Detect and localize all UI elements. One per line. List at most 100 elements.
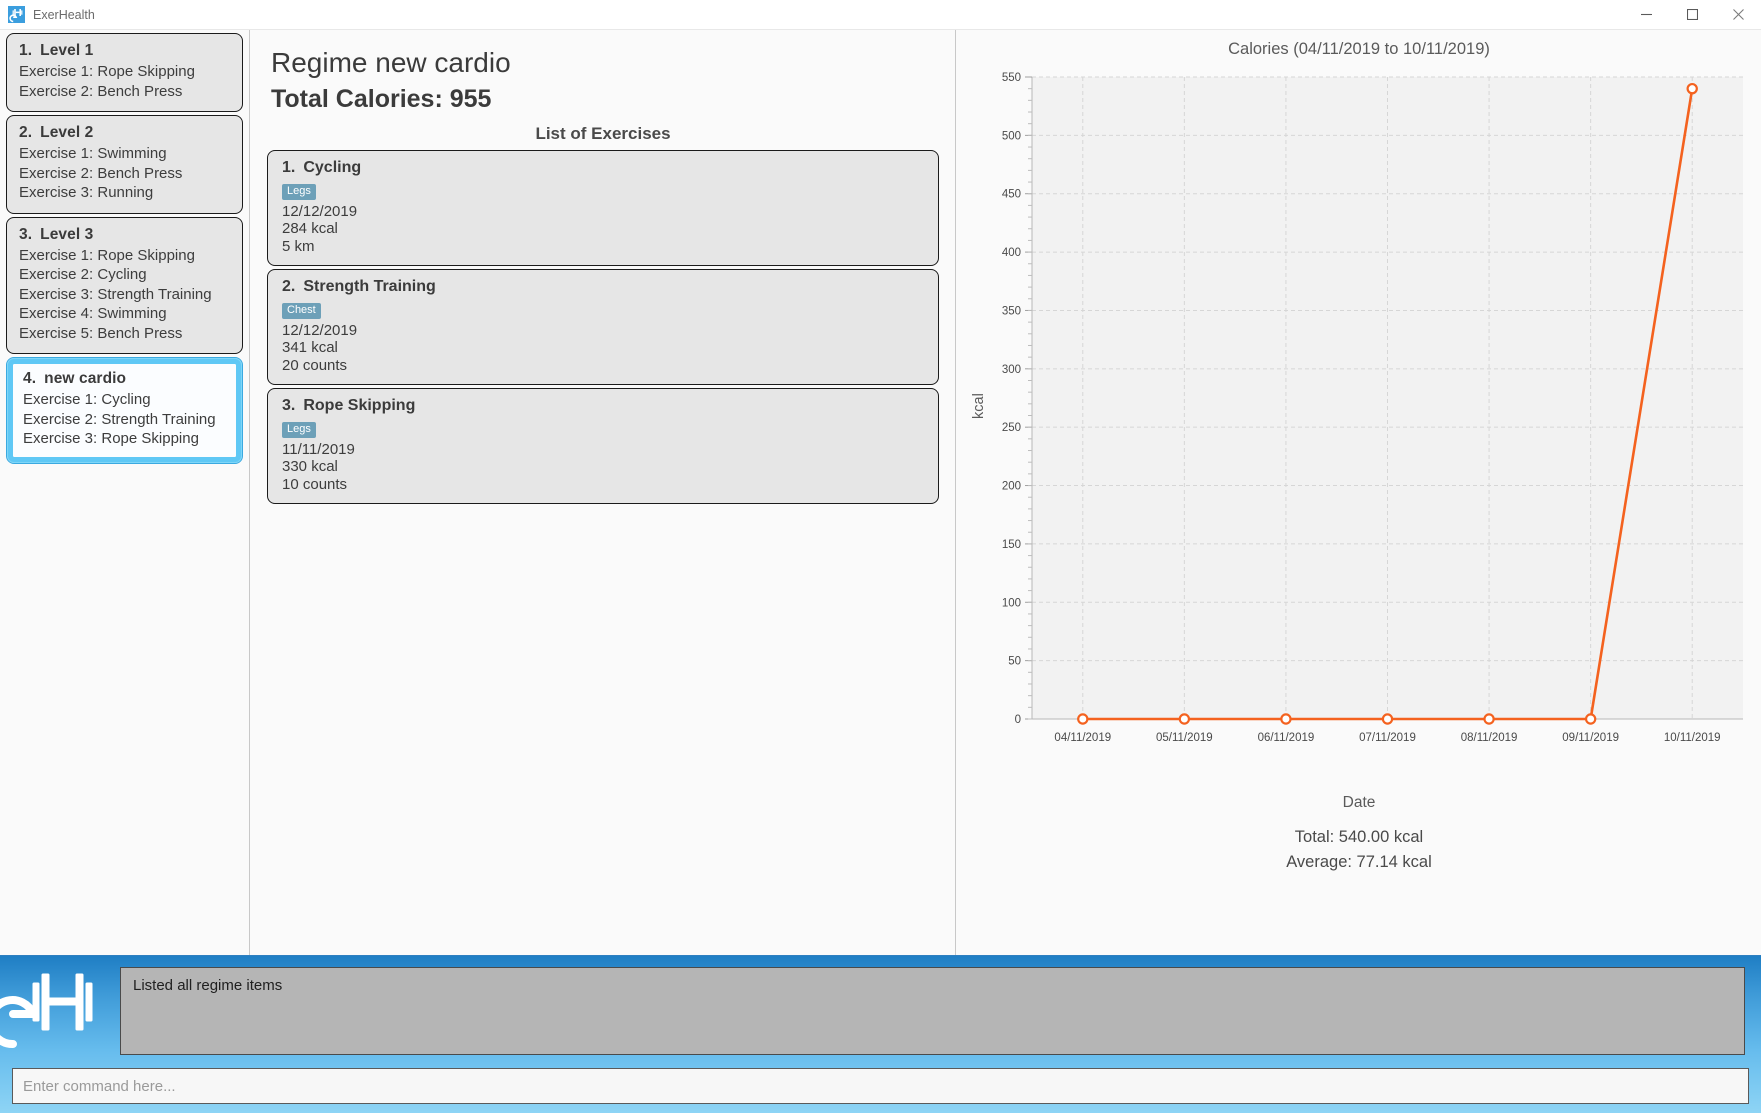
console-output-text: Listed all regime items [133,977,283,994]
regime-exercise-line: Exercise 3: Running [19,184,154,201]
regime-exercise-line: Exercise 5: Bench Press [19,324,183,342]
chart-summary-stats: Total: 540.00 kcal Average: 77.14 kcal [957,825,1761,875]
command-input[interactable] [12,1068,1749,1104]
chart-plot-area: kcal 0 50 100 150 200 250 300 350 400 450 500 550 04… [957,59,1761,811]
svg-text:10/11/2019: 10/11/2019 [1664,732,1721,744]
list-of-exercises-label: List of Exercises [535,124,671,143]
app-logo [0,956,118,1064]
chart-total-label: Total: 540.00 kcal [1294,828,1424,846]
regime-item-name: new cardio [44,370,127,387]
regime-item-name: Level 2 [40,124,94,141]
svg-text:05/11/2019: 05/11/2019 [1156,732,1213,744]
chart-panel: Calories (04/11/2019 to 10/11/2019) kcal… [957,30,1761,955]
regime-exercise-line: Exercise 3: Rope Skipping [23,430,199,447]
exercise-card-number: 1. [282,159,296,176]
regime-item-number: 1. [19,42,33,59]
muscle-group-badge: Legs [282,183,316,200]
regime-detail-panel: Regime new cardio Total Calories: 955 Li… [251,30,956,955]
window-controls [1623,0,1761,30]
maximize-button[interactable] [1669,0,1715,30]
chart-average-label: Average: 77.14 kcal [1286,853,1432,871]
regime-item-name: Level 3 [40,225,94,243]
svg-text:500: 500 [1002,130,1021,142]
exercise-card-number: 3. [282,397,296,414]
regime-item-title: 1. Level 1 [19,42,230,60]
svg-text:350: 350 [1002,305,1021,317]
app-icon [8,6,25,23]
muscle-group-badge: Chest [282,302,321,319]
regime-exercise-line: Exercise 1: Rope Skipping [19,246,195,264]
window-title: ExerHealth [33,7,95,22]
exercise-card-name: Strength Training [303,278,436,295]
exercise-card-1[interactable]: 1. Cycling Legs 12/12/2019 284 kcal 5 km [267,150,939,266]
svg-text:450: 450 [1002,189,1021,201]
regime-item-2[interactable]: 2. Level 2 Exercise 1: Swimming Exercise 2:… [6,115,243,214]
muscle-group-badge: Legs [282,421,316,438]
svg-text:08/11/2019: 08/11/2019 [1461,732,1518,744]
exercise-metric: 20 counts [282,356,348,374]
regime-item-number: 2. [19,124,33,141]
exercise-card-title: 1. Cycling [282,159,924,177]
regime-item-4[interactable]: 4. new cardio Exercise 1: Cycling Exercise … [6,357,243,464]
svg-text:200: 200 [1002,481,1021,493]
regime-exercise-line: Exercise 3: Strength Training [19,285,212,303]
exercise-card-title: 3. Rope Skipping [282,397,924,415]
total-calories-label: Total Calories: 955 [271,85,492,113]
exercise-card-name: Rope Skipping [303,397,416,414]
regime-exercise-line: Exercise 4: Swimming [19,305,167,322]
svg-text:100: 100 [1002,597,1021,609]
regime-item-title: 3. Level 3 [19,226,230,244]
exercise-metric: 10 counts [282,475,348,493]
window-titlebar: ExerHealth [0,0,1761,30]
exercise-card-number: 2. [282,278,296,295]
regime-exercise-line: Exercise 2: Bench Press [19,164,183,182]
svg-text:400: 400 [1002,247,1021,259]
regime-exercise-line: Exercise 1: Swimming [19,145,167,162]
exercise-calories: 330 kcal [282,458,338,475]
regime-item-1[interactable]: 1. Level 1 Exercise 1: Rope Skipping Exerci… [6,33,243,112]
regime-item-number: 3. [19,225,33,243]
svg-text:550: 550 [1002,72,1021,84]
y-axis-label: kcal [971,393,987,419]
regime-exercise-line: Exercise 2: Cycling [19,266,147,283]
x-axis-label: Date [1342,794,1376,811]
regime-item-number: 4. [23,370,37,387]
regime-exercise-line: Exercise 1: Rope Skipping [19,63,195,80]
exercise-date: 11/11/2019 [282,440,355,458]
exercise-card-2[interactable]: 2. Strength Training Chest 12/12/2019 341 kc… [267,269,939,385]
exercise-metric: 5 km [282,237,315,255]
exercise-date: 12/12/2019 [282,321,358,339]
regime-exercise-line: Exercise 1: Cycling [23,391,151,408]
regime-item-title: 4. new cardio [23,370,226,388]
svg-text:07/11/2019: 07/11/2019 [1359,732,1416,744]
svg-text:0: 0 [1015,714,1021,726]
svg-text:250: 250 [1002,422,1021,434]
exercise-card-title: 2. Strength Training [282,278,924,296]
minimize-button[interactable] [1623,0,1669,30]
exercise-card-name: Cycling [303,159,362,176]
regime-item-title: 2. Level 2 [19,124,230,142]
regime-item-name: Level 1 [40,42,94,59]
exercise-card-3[interactable]: 3. Rope Skipping Legs 11/11/2019 330 kcal 10 … [267,388,939,504]
chart-title: Calories (04/11/2019 to 10/11/2019) [1228,40,1490,58]
regime-item-3[interactable]: 3. Level 3 Exercise 1: Rope Skipping Exerci… [6,216,243,354]
main-content-area: 1. Level 1 Exercise 1: Rope Skipping Exerci… [0,30,1761,955]
svg-text:06/11/2019: 06/11/2019 [1258,732,1315,744]
close-button[interactable] [1715,0,1761,30]
calories-line-chart: 0 50 100 150 200 250 300 350 400 450 500 550 04/11/2… [1002,72,1743,744]
svg-text:300: 300 [1002,364,1021,376]
svg-text:09/11/2019: 09/11/2019 [1562,732,1619,744]
exercise-calories: 284 kcal [282,220,338,237]
exercise-calories: 341 kcal [282,339,338,356]
regime-exercise-line: Exercise 2: Strength Training [23,410,216,428]
exercise-date: 12/12/2019 [282,202,358,220]
regime-exercise-line: Exercise 2: Bench Press [19,82,183,100]
console-output: Listed all regime items [120,967,1745,1055]
svg-text:150: 150 [1002,539,1021,551]
exercise-list: 1. Cycling Legs 12/12/2019 284 kcal 5 km 2. Str… [267,150,939,504]
page-title: Regime new cardio [271,47,511,78]
svg-text:50: 50 [1008,656,1021,668]
regime-sidebar: 1. Level 1 Exercise 1: Rope Skipping Exerci… [0,30,250,955]
console-panel: Listed all regime items [0,955,1761,1113]
svg-text:04/11/2019: 04/11/2019 [1054,732,1111,744]
